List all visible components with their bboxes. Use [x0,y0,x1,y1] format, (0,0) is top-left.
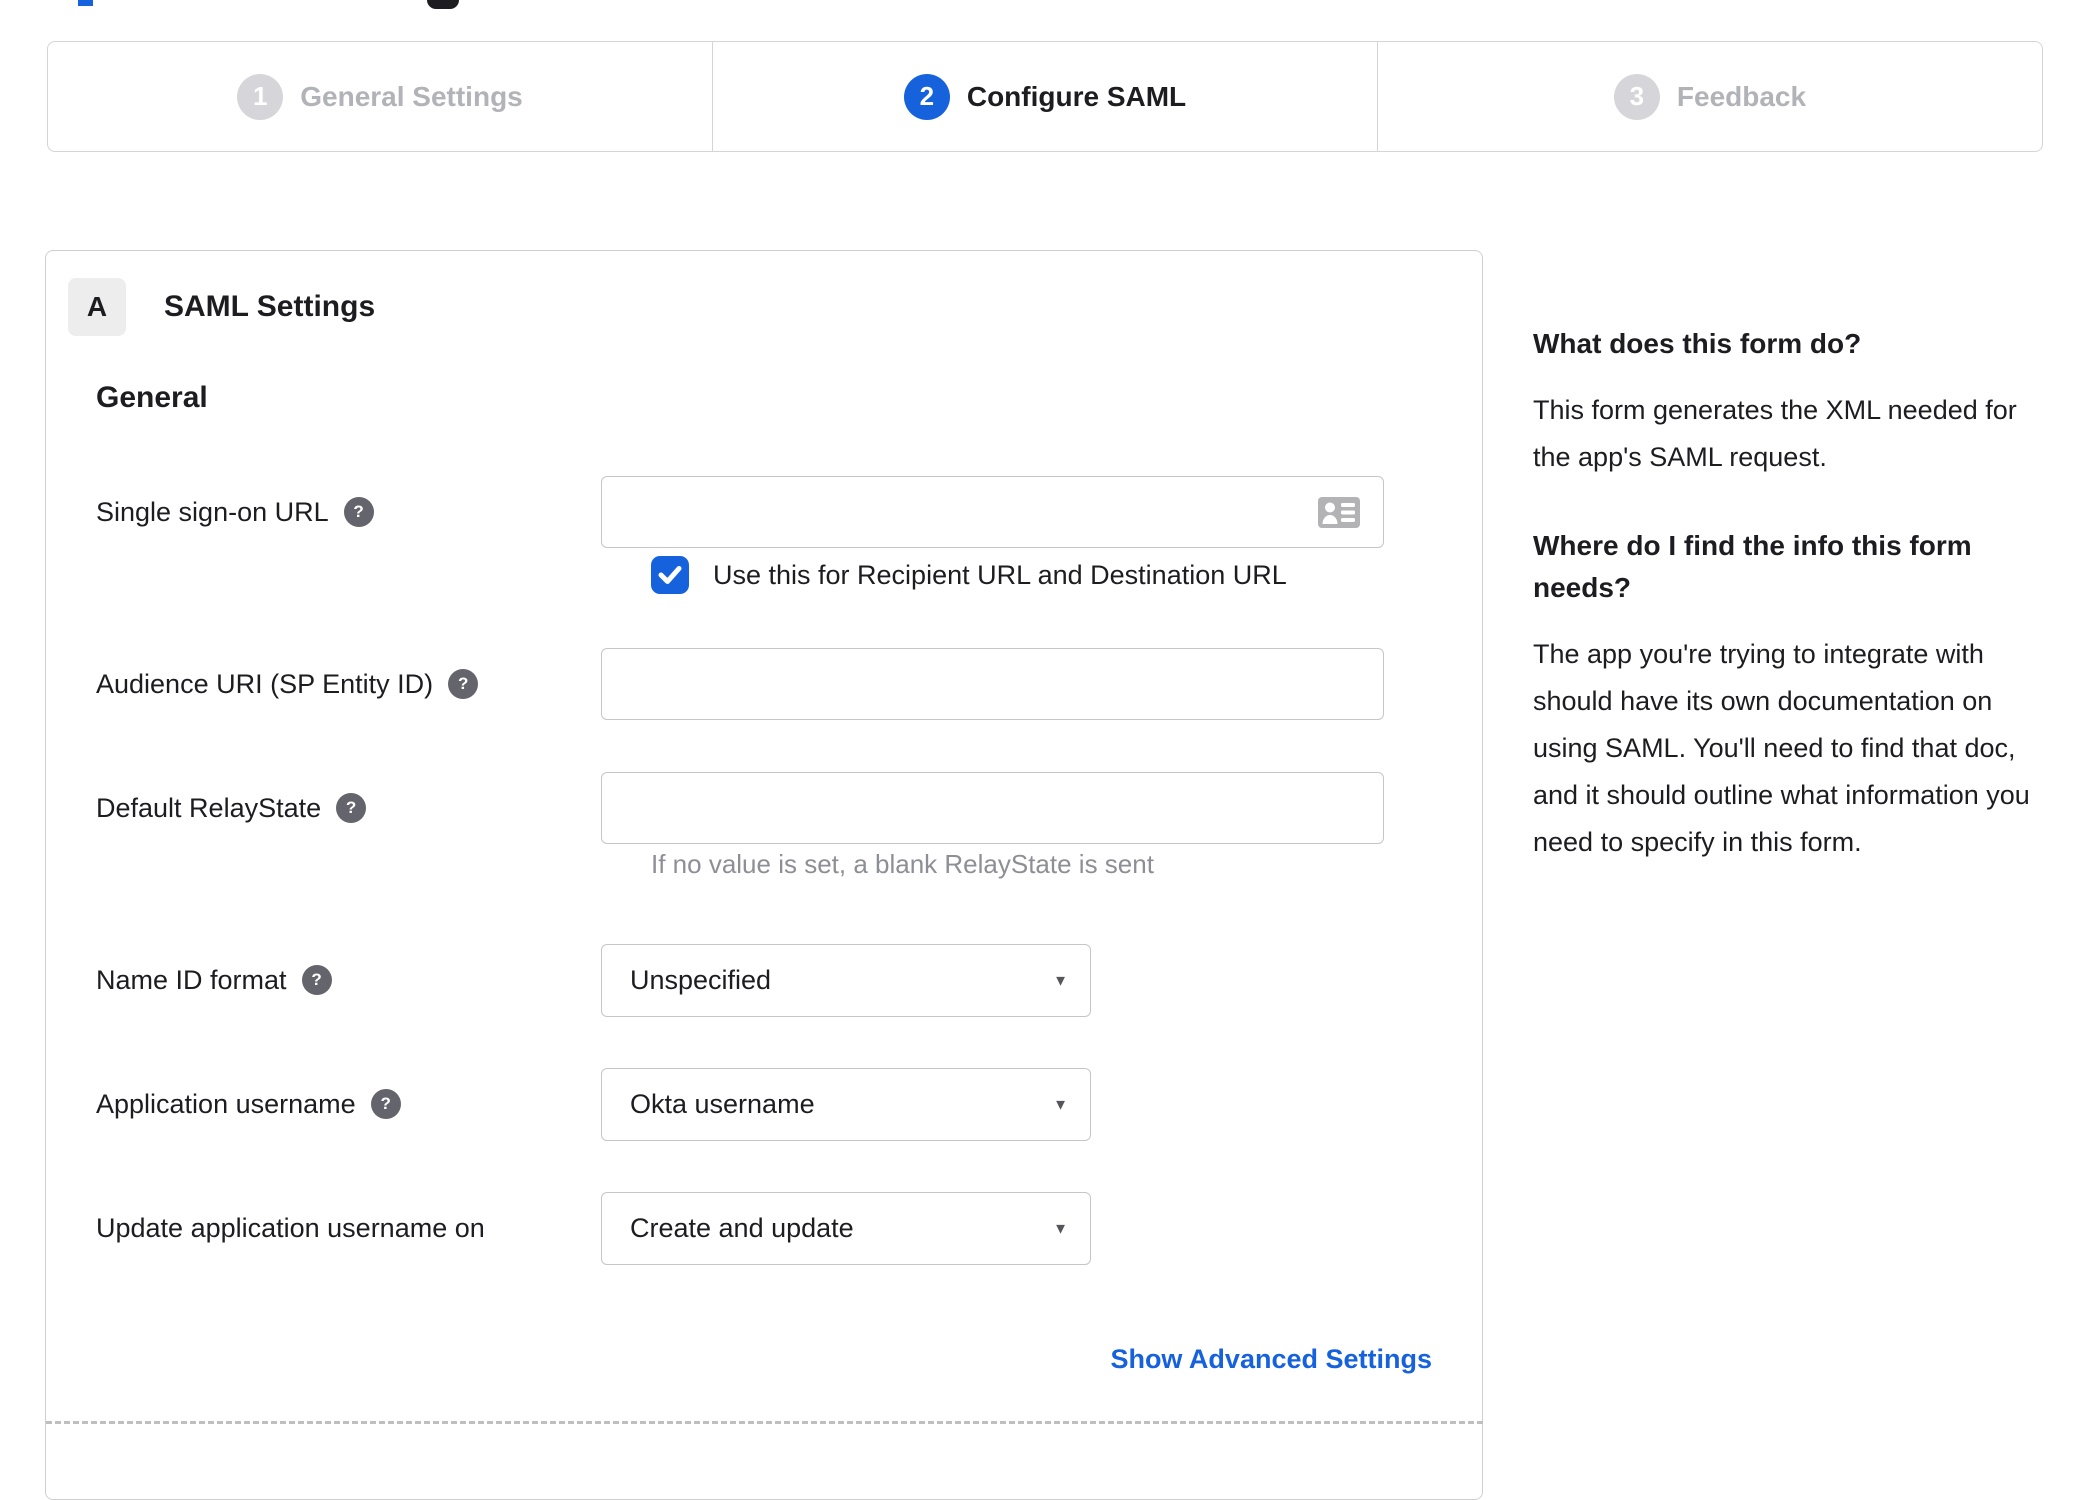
chevron-down-icon: ▼ [1053,1220,1068,1237]
relaystate-label-row: Default RelayState ? [46,772,601,844]
audience-uri-input[interactable] [601,648,1384,720]
recipient-url-checkbox[interactable] [651,556,689,594]
audience-uri-label-row: Audience URI (SP Entity ID) ? [46,648,601,720]
app-username-label: Application username [96,1089,356,1119]
help-sidebar: What does this form do? This form genera… [1533,323,2038,910]
step-label: Configure SAML [966,80,1187,112]
audience-uri-label: Audience URI (SP Entity ID) [96,669,434,699]
help-icon[interactable]: ? [448,669,479,699]
app-username-label-row: Application username ? [46,1068,601,1141]
checkmark-icon [658,566,682,584]
help-icon[interactable]: ? [301,965,332,995]
update-username-select-value: Create and update [630,1213,854,1243]
sidebar-body: This form generates the XML needed for t… [1533,395,2017,472]
wizard-stepper: 1 General Settings 2 Configure SAML 3 Fe… [47,41,2043,152]
sidebar-heading: What does this form do? [1533,328,1862,359]
sidebar-body: The app you're trying to integrate with … [1533,639,2030,857]
step-feedback[interactable]: 3 Feedback [1377,42,2042,151]
sidebar-heading: Where do I find the info this form needs… [1533,530,1972,603]
relaystate-label: Default RelayState [96,793,322,823]
section-a-badge: A [68,278,126,336]
update-username-select[interactable]: Create and update ▼ [601,1192,1091,1265]
section-title: SAML Settings [164,290,376,323]
update-username-label: Update application username on [96,1213,485,1243]
relaystate-hint: If no value is set, a blank RelayState i… [651,849,1154,879]
saml-settings-panel: A SAML Settings General Single sign-on U… [45,250,1483,1500]
nameid-select-value: Unspecified [630,965,772,995]
chevron-down-icon: ▼ [1053,972,1068,989]
help-icon[interactable]: ? [336,793,367,823]
relaystate-input[interactable] [601,772,1384,844]
step-label: General Settings [300,80,523,112]
step-number-badge: 3 [1613,73,1660,120]
sso-url-input[interactable] [601,476,1384,548]
step-number-badge: 1 [237,73,284,120]
nameid-label-row: Name ID format ? [46,944,601,1017]
help-icon[interactable]: ? [370,1089,401,1119]
step-configure-saml[interactable]: 2 Configure SAML [712,42,1377,151]
step-label: Feedback [1676,80,1807,112]
sso-url-label: Single sign-on URL [96,497,329,527]
recipient-url-checkbox-label[interactable]: Use this for Recipient URL and Destinati… [713,560,1287,591]
section-dashed-divider [46,1421,1483,1424]
app-username-select[interactable]: Okta username ▼ [601,1068,1091,1141]
clipped-tab-underline-fragment [78,0,93,6]
chevron-down-icon: ▼ [1053,1096,1068,1113]
clipped-icon-fragment [427,0,459,9]
app-username-select-value: Okta username [630,1089,815,1119]
contact-card-icon[interactable] [1318,497,1360,533]
step-number-badge: 2 [903,73,950,120]
sso-url-label-row: Single sign-on URL ? [46,476,601,548]
general-group-title: General [96,381,208,414]
nameid-select[interactable]: Unspecified ▼ [601,944,1091,1017]
step-general-settings[interactable]: 1 General Settings [48,42,712,151]
show-advanced-settings-link[interactable]: Show Advanced Settings [1110,1344,1432,1375]
nameid-label: Name ID format [96,965,287,995]
update-username-label-row: Update application username on [46,1192,601,1265]
help-icon[interactable]: ? [343,497,374,527]
